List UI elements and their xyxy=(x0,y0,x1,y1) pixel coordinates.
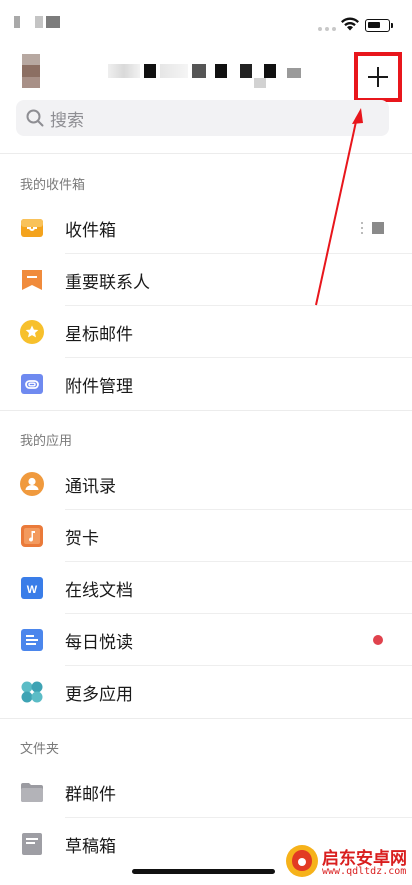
unread-dot xyxy=(373,635,383,645)
svg-text:W: W xyxy=(27,584,38,596)
sidebar-item-more-apps[interactable]: 更多应用 xyxy=(0,666,412,718)
signal-dots-icon xyxy=(318,27,336,31)
section-title-inbox: 我的收件箱 xyxy=(20,178,86,193)
unread-count-blur xyxy=(372,222,384,234)
divider xyxy=(0,718,412,719)
wifi-icon xyxy=(341,17,359,31)
sidebar-item-label: 每日悦读 xyxy=(65,632,133,653)
sidebar-item-greeting-card[interactable]: 贺卡 xyxy=(0,510,412,562)
sidebar-item-label: 通讯录 xyxy=(65,476,116,497)
add-button[interactable] xyxy=(354,52,402,102)
search-icon xyxy=(26,109,44,127)
sidebar-item-daily-reading[interactable]: 每日悦读 xyxy=(0,614,412,666)
divider xyxy=(0,410,412,411)
sidebar-item-important-contacts[interactable]: 重要联系人 xyxy=(0,254,412,306)
watermark: 启东安卓网 www.qdltdz.com xyxy=(278,836,412,885)
sidebar-item-label: 群邮件 xyxy=(65,784,116,805)
home-indicator[interactable] xyxy=(132,869,275,874)
sidebar-item-label: 重要联系人 xyxy=(65,272,150,293)
status-carrier-blur xyxy=(46,16,60,28)
search-bar[interactable]: 搜索 xyxy=(16,100,389,136)
avatar[interactable] xyxy=(22,54,40,88)
account-name-blur xyxy=(160,64,188,78)
status-bar xyxy=(0,0,412,50)
plus-icon xyxy=(368,67,388,87)
watermark-logo-icon xyxy=(286,845,318,877)
account-name-blur xyxy=(192,64,206,78)
watermark-url: www.qdltdz.com xyxy=(322,866,407,877)
bookmark-icon xyxy=(22,270,42,290)
divider xyxy=(0,153,412,154)
music-card-icon xyxy=(21,525,43,547)
sidebar-item-contacts[interactable]: 通讯录 xyxy=(0,458,412,510)
status-carrier-blur xyxy=(35,16,43,28)
account-name-blur xyxy=(108,64,140,78)
header xyxy=(0,50,412,102)
sidebar-item-group-mail[interactable]: 群邮件 xyxy=(0,766,412,818)
sidebar-item-label: 草稿箱 xyxy=(65,836,116,857)
account-name-blur xyxy=(287,68,301,78)
search-placeholder: 搜索 xyxy=(50,110,84,131)
word-document-icon: W xyxy=(21,577,43,599)
sidebar-item-starred[interactable]: 星标邮件 xyxy=(0,306,412,358)
account-name-blur xyxy=(215,64,227,78)
sidebar-item-inbox[interactable]: 收件箱 xyxy=(0,202,412,254)
sidebar-item-label: 贺卡 xyxy=(65,528,99,549)
contacts-icon xyxy=(20,472,44,496)
sidebar-item-online-docs[interactable]: W 在线文档 xyxy=(0,562,412,614)
sidebar-item-attachments[interactable]: 附件管理 xyxy=(0,358,412,410)
section-title-apps: 我的应用 xyxy=(20,434,73,449)
folder-icon xyxy=(21,783,43,802)
account-name-blur xyxy=(264,64,276,78)
section-title-folders: 文件夹 xyxy=(20,742,60,757)
sidebar-item-label: 收件箱 xyxy=(65,220,116,241)
sidebar-item-label: 附件管理 xyxy=(65,376,133,397)
inbox-tray-icon xyxy=(21,219,43,237)
account-name-blur xyxy=(144,64,156,78)
faint-dots xyxy=(361,222,363,234)
sidebar-item-label: 在线文档 xyxy=(65,580,133,601)
sidebar-item-label: 更多应用 xyxy=(65,684,133,705)
reading-icon xyxy=(21,629,43,651)
account-name-blur xyxy=(240,64,252,78)
battery-icon xyxy=(365,19,393,32)
sidebar-item-label: 星标邮件 xyxy=(65,324,133,345)
star-icon xyxy=(20,320,44,344)
account-name-blur xyxy=(254,78,266,88)
more-apps-icon xyxy=(21,681,43,703)
paperclip-icon xyxy=(21,374,43,394)
status-carrier-blur xyxy=(14,16,20,28)
draft-icon xyxy=(22,833,42,855)
